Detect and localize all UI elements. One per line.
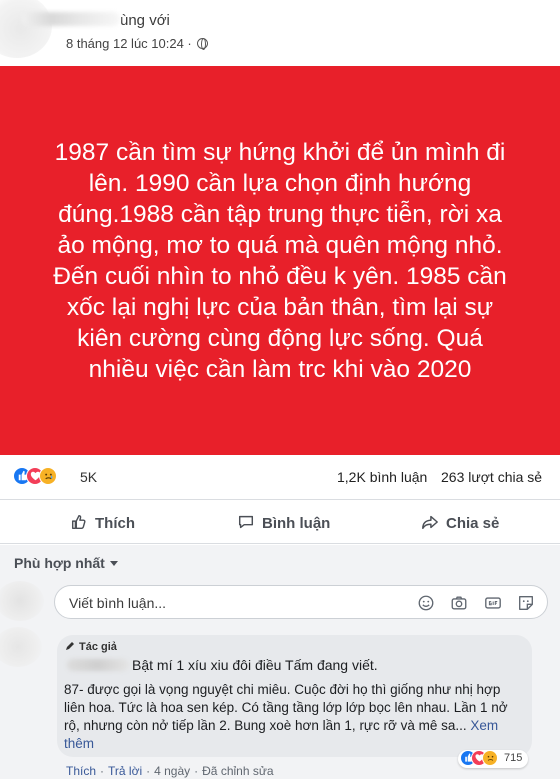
post-timestamp[interactable]: 8 tháng 12 lúc 10:24 · [66,36,209,51]
separator-dot: · [194,764,199,778]
comment-input-icons [406,594,535,612]
sad-icon [482,750,498,766]
comment-actions: Thích · Trả lời · 4 ngày · Đã chỉnh sửa [66,764,274,778]
like-button[interactable]: Thích [70,513,135,533]
caret-down-icon [109,561,118,566]
post-image-text: 1987 cần tìm sự hứng khởi để ủn mình đi … [53,138,507,383]
post-header: ùng với 8 tháng 12 lúc 10:24 · [0,0,560,64]
commenter-avatar[interactable] [0,627,42,667]
comment-time[interactable]: 4 ngày [154,764,190,778]
comment-reaction-count: 715 [504,752,523,764]
author-badge: Tác giả [65,641,117,653]
comment-edited-label[interactable]: Đã chỉnh sửa [202,764,273,778]
post-image[interactable]: 1987 cần tìm sự hứng khởi để ủn mình đi … [0,66,560,455]
gif-icon[interactable] [484,594,502,612]
reactions-bar: 5K 1,2K bình luận 263 lượt chia sẻ [0,455,560,500]
timestamp-text: 8 tháng 12 lúc 10:24 · [66,36,192,51]
author-suffix: ùng với [120,12,170,29]
sad-icon [39,467,57,485]
camera-icon[interactable] [450,594,468,612]
emoji-icon[interactable] [417,594,435,612]
comment-reactions[interactable]: 715 [458,750,528,768]
globe-icon [197,38,209,50]
comment-first-line: Bật mí 1 xíu xiu đôi điều Tấm đang viết. [132,657,378,673]
separator-dot: · [146,764,151,778]
comment-icon [238,515,254,529]
comment-reply-link[interactable]: Trả lời [108,764,142,778]
comment-button[interactable]: Bình luận [237,513,330,533]
author-name-blurred[interactable] [22,12,120,26]
pen-icon [66,642,74,650]
author-line: ùng với [22,12,170,30]
share-button[interactable]: Chia sẻ [421,513,499,533]
comment-like-link[interactable]: Thích [66,764,96,778]
thumbs-up-icon [71,514,86,530]
comments-section: Phù hợp nhất Viết bình luận... Tác giả B… [0,545,560,779]
comment-input-placeholder: Viết bình luận... [69,595,167,611]
action-bar: Thích Bình luận Chia sẻ [0,501,560,544]
author-badge-label: Tác giả [79,641,117,653]
comment-input[interactable]: Viết bình luận... [54,585,548,619]
current-user-avatar[interactable] [0,581,44,621]
separator-dot: · [100,764,105,778]
comment-bubble: Tác giả Bật mí 1 xíu xiu đôi điều Tấm đa… [57,635,532,757]
comment-body-text: 87- được gọi là vọng nguyệt chi miêu. Cu… [64,682,508,733]
share-count[interactable]: 263 lượt chia sẻ [441,469,542,485]
like-label: Thích [95,515,135,532]
share-label: Chia sẻ [446,515,500,532]
commenter-name-blurred[interactable] [67,659,129,671]
reaction-count[interactable]: 5K [80,469,97,485]
sort-label-text: Phù hợp nhất [14,555,105,571]
share-icon [422,515,438,530]
comment-sort-dropdown[interactable]: Phù hợp nhất [14,555,118,571]
comment-count[interactable]: 1,2K bình luận [337,469,427,485]
comment-label: Bình luận [262,515,331,532]
comment-body: 87- được gọi là vọng nguyệt chi miêu. Cu… [64,681,524,753]
sticker-icon[interactable] [517,594,535,612]
